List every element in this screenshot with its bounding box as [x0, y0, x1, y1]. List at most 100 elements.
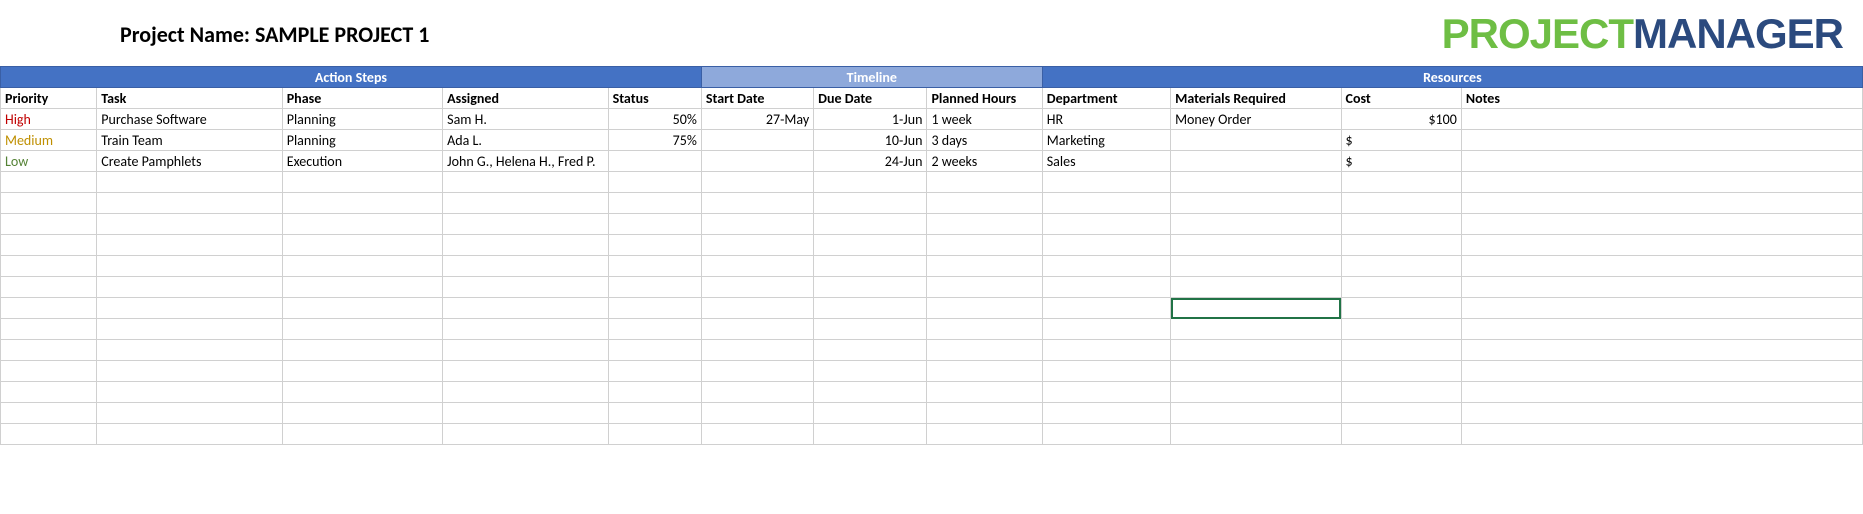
- cell-empty[interactable]: [443, 256, 608, 277]
- cell-empty[interactable]: [1171, 193, 1341, 214]
- cell-empty[interactable]: [1461, 298, 1862, 319]
- cell-empty[interactable]: [927, 340, 1042, 361]
- cell-empty[interactable]: [1341, 403, 1461, 424]
- table-row[interactable]: [1, 235, 1863, 256]
- cell-materials[interactable]: [1171, 151, 1341, 172]
- cell-empty[interactable]: [97, 172, 282, 193]
- cell-empty[interactable]: [282, 235, 442, 256]
- cell-empty[interactable]: [1341, 277, 1461, 298]
- cell-department[interactable]: HR: [1042, 109, 1170, 130]
- cell-empty[interactable]: [1171, 340, 1341, 361]
- cell-phase[interactable]: Planning: [282, 109, 442, 130]
- cell-empty[interactable]: [282, 214, 442, 235]
- cell-empty[interactable]: [927, 319, 1042, 340]
- cell-materials[interactable]: Money Order: [1171, 109, 1341, 130]
- table-row[interactable]: [1, 340, 1863, 361]
- cell-empty[interactable]: [282, 256, 442, 277]
- cell-empty[interactable]: [1461, 319, 1862, 340]
- cell-assigned[interactable]: John G., Helena H., Fred P.: [443, 151, 608, 172]
- cell-empty[interactable]: [701, 277, 813, 298]
- cell-empty[interactable]: [1, 403, 97, 424]
- cell-cost[interactable]: $: [1341, 151, 1461, 172]
- cell-empty[interactable]: [814, 382, 927, 403]
- cell-empty[interactable]: [927, 277, 1042, 298]
- cell-empty[interactable]: [701, 424, 813, 445]
- cell-empty[interactable]: [927, 298, 1042, 319]
- cell-empty[interactable]: [814, 193, 927, 214]
- cell-empty[interactable]: [927, 361, 1042, 382]
- cell-empty[interactable]: [443, 382, 608, 403]
- cell-empty[interactable]: [701, 214, 813, 235]
- col-due-date[interactable]: Due Date: [814, 88, 927, 109]
- cell-empty[interactable]: [1, 424, 97, 445]
- cell-empty[interactable]: [97, 382, 282, 403]
- cell-empty[interactable]: [97, 424, 282, 445]
- cell-empty[interactable]: [97, 214, 282, 235]
- cell-empty[interactable]: [814, 172, 927, 193]
- cell-empty[interactable]: [1, 382, 97, 403]
- cell-empty[interactable]: [1171, 256, 1341, 277]
- cell-task[interactable]: Purchase Software: [97, 109, 282, 130]
- cell-status[interactable]: [608, 151, 701, 172]
- cell-empty[interactable]: [1461, 172, 1862, 193]
- cell-empty[interactable]: [927, 235, 1042, 256]
- cell-start_date[interactable]: [701, 130, 813, 151]
- cell-notes[interactable]: [1461, 151, 1862, 172]
- cell-assigned[interactable]: Sam H.: [443, 109, 608, 130]
- cell-empty[interactable]: [1341, 172, 1461, 193]
- cell-empty[interactable]: [814, 340, 927, 361]
- col-status[interactable]: Status: [608, 88, 701, 109]
- cell-empty[interactable]: [1, 235, 97, 256]
- cell-empty[interactable]: [608, 256, 701, 277]
- cell-empty[interactable]: [1461, 193, 1862, 214]
- cell-empty[interactable]: [814, 319, 927, 340]
- table-row[interactable]: [1, 298, 1863, 319]
- cell-status[interactable]: 75%: [608, 130, 701, 151]
- cell-priority[interactable]: High: [1, 109, 97, 130]
- cell-priority[interactable]: Medium: [1, 130, 97, 151]
- cell-empty[interactable]: [1171, 277, 1341, 298]
- cell-empty[interactable]: [608, 172, 701, 193]
- cell-empty[interactable]: [443, 277, 608, 298]
- cell-empty[interactable]: [443, 319, 608, 340]
- cell-empty[interactable]: [443, 298, 608, 319]
- cell-phase[interactable]: Execution: [282, 151, 442, 172]
- cell-empty[interactable]: [97, 298, 282, 319]
- cell-empty[interactable]: [1, 172, 97, 193]
- cell-status[interactable]: 50%: [608, 109, 701, 130]
- cell-empty[interactable]: [927, 424, 1042, 445]
- table-row[interactable]: [1, 382, 1863, 403]
- cell-empty[interactable]: [1341, 235, 1461, 256]
- cell-empty[interactable]: [1461, 256, 1862, 277]
- project-table[interactable]: Action Steps Timeline Resources Priority…: [0, 66, 1863, 445]
- cell-empty[interactable]: [1171, 214, 1341, 235]
- cell-empty[interactable]: [1042, 361, 1170, 382]
- cell-empty[interactable]: [1461, 340, 1862, 361]
- cell-empty[interactable]: [1461, 382, 1862, 403]
- cell-empty[interactable]: [701, 403, 813, 424]
- cell-empty[interactable]: [701, 382, 813, 403]
- cell-empty[interactable]: [1042, 319, 1170, 340]
- cell-notes[interactable]: [1461, 109, 1862, 130]
- col-notes[interactable]: Notes: [1461, 88, 1862, 109]
- cell-empty[interactable]: [608, 340, 701, 361]
- cell-empty[interactable]: [1341, 382, 1461, 403]
- cell-empty[interactable]: [814, 424, 927, 445]
- cell-empty[interactable]: [1042, 298, 1170, 319]
- cell-empty[interactable]: [443, 214, 608, 235]
- cell-empty[interactable]: [1, 298, 97, 319]
- cell-empty[interactable]: [608, 298, 701, 319]
- cell-notes[interactable]: [1461, 130, 1862, 151]
- col-priority[interactable]: Priority: [1, 88, 97, 109]
- cell-empty[interactable]: [1341, 298, 1461, 319]
- cell-empty[interactable]: [701, 172, 813, 193]
- cell-empty[interactable]: [927, 172, 1042, 193]
- cell-empty[interactable]: [1461, 277, 1862, 298]
- cell-empty[interactable]: [927, 403, 1042, 424]
- cell-empty[interactable]: [814, 277, 927, 298]
- cell-empty[interactable]: [701, 256, 813, 277]
- cell-empty[interactable]: [282, 361, 442, 382]
- cell-start_date[interactable]: 27-May: [701, 109, 813, 130]
- cell-empty[interactable]: [1, 340, 97, 361]
- cell-cost[interactable]: $100: [1341, 109, 1461, 130]
